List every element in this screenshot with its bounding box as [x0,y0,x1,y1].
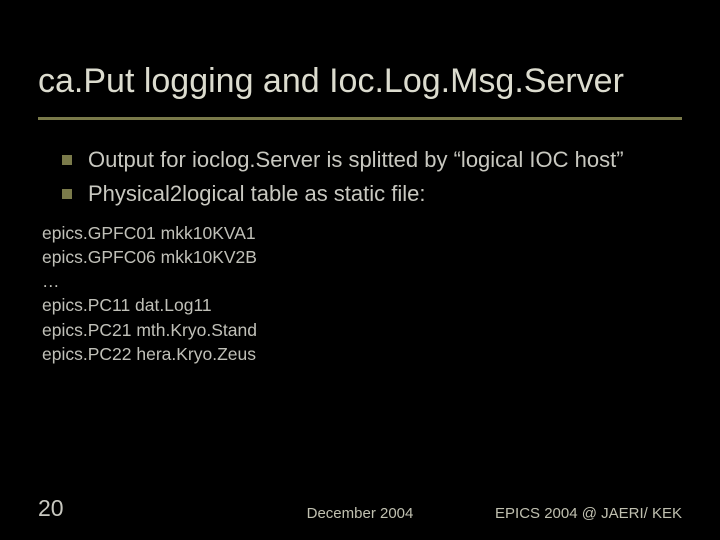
slide-title: ca.Put logging and Ioc.Log.Msg.Server [38,62,682,101]
code-line: … [42,269,682,293]
bullet-item: Physical2logical table as static file: [62,180,682,208]
code-block: epics.GPFC01 mkk10KVA1 epics.GPFC06 mkk1… [42,221,682,366]
bullet-text: Physical2logical table as static file: [88,180,426,208]
slide: ca.Put logging and Ioc.Log.Msg.Server Ou… [0,0,720,540]
code-line: epics.PC21 mth.Kryo.Stand [42,318,682,342]
page-number: 20 [38,495,64,522]
code-line: epics.PC22 hera.Kryo.Zeus [42,342,682,366]
bullet-item: Output for ioclog.Server is splitted by … [62,146,682,174]
square-bullet-icon [62,155,72,165]
square-bullet-icon [62,189,72,199]
bullet-list: Output for ioclog.Server is splitted by … [62,146,682,213]
bullet-text: Output for ioclog.Server is splitted by … [88,146,624,174]
code-line: epics.GPFC06 mkk10KV2B [42,245,682,269]
code-line: epics.PC11 dat.Log11 [42,293,682,317]
title-rule [38,117,682,120]
code-line: epics.GPFC01 mkk10KVA1 [42,221,682,245]
footer-date: December 2004 [307,505,414,522]
footer-venue: EPICS 2004 @ JAERI/ KEK [495,505,682,522]
slide-footer: 20 December 2004 EPICS 2004 @ JAERI/ KEK [0,495,720,522]
